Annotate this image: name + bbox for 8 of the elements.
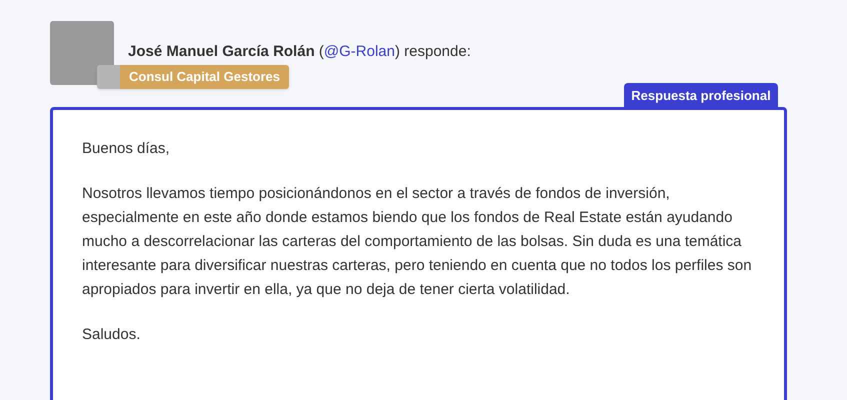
answer-paragraph: Saludos. bbox=[82, 325, 142, 345]
answer-paragraph: Nosotros llevamos tiempo posicionándonos en el sector a través de fondos de inversión, especialmente en este año donde estamos biendo que los fondos de Real Estate están ayudando mucho a descorrelacionar las carteras del comportamiento de las bolsas. Sin duda es una temática interesante para diversificar nuestras carteras, pero teniendo en cuenta que no todos los perfiles son apropiados para invertir en ella, ya que no deja de tener cierta volatilidad. bbox=[82, 184, 753, 300]
author-line: José Manuel García Rolán (@G-Rolan) responde: bbox=[128, 42, 471, 62]
company-badge: Consul Capital Gestores bbox=[120, 65, 289, 89]
photo-placeholder bbox=[50, 21, 114, 85]
answer-paragraph: Buenos días, bbox=[82, 139, 171, 159]
user-handle-link[interactable]: @G-Rolan bbox=[324, 43, 395, 60]
company-logo-placeholder bbox=[97, 65, 120, 89]
